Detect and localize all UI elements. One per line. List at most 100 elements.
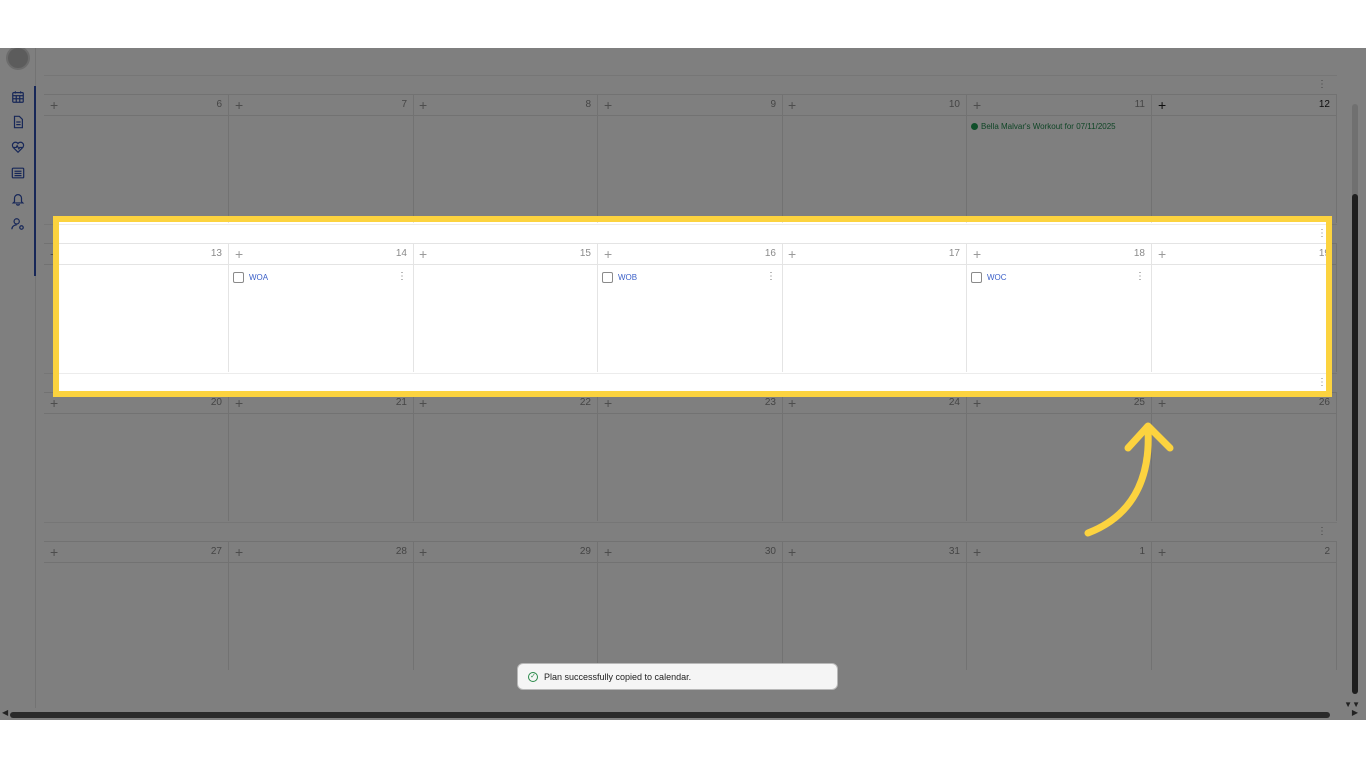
workout-item[interactable]: WOA ⋮: [233, 270, 407, 284]
workout-item[interactable]: WOB ⋮: [602, 270, 776, 284]
calendar-day-cell[interactable]: +20: [53, 393, 229, 397]
calendar-day-cell[interactable]: +6: [59, 222, 229, 223]
week-options-icon[interactable]: ⋮: [1317, 527, 1327, 537]
calendar-day-cell[interactable]: +22: [413, 393, 598, 397]
add-workout-icon[interactable]: +: [419, 395, 427, 397]
scroll-left-arrow-icon[interactable]: ◀: [2, 708, 8, 717]
week-options-icon[interactable]: ⋮: [1317, 80, 1327, 90]
add-workout-icon[interactable]: +: [235, 97, 243, 113]
workout-checkbox[interactable]: [602, 271, 613, 283]
add-workout-icon[interactable]: +: [419, 246, 427, 262]
calendar-day-cell[interactable]: +7: [229, 222, 414, 223]
workout-checkbox[interactable]: [971, 271, 982, 283]
add-workout-icon[interactable]: +: [788, 97, 796, 113]
calendar-day-cell[interactable]: +26: [1152, 393, 1332, 397]
calendar-day-cell[interactable]: +24: [782, 393, 967, 397]
calendar-day-cell[interactable]: +24: [782, 393, 967, 521]
calendar-day-cell[interactable]: +21: [229, 393, 414, 521]
workout-options-icon[interactable]: ⋮: [766, 272, 776, 282]
workout-item[interactable]: WOC ⋮: [971, 270, 1145, 284]
add-workout-icon[interactable]: +: [419, 97, 427, 113]
add-workout-icon[interactable]: +: [53, 395, 58, 397]
list-icon[interactable]: [10, 165, 26, 181]
calendar-day-cell[interactable]: +28: [229, 542, 414, 670]
vertical-scrollbar-thumb[interactable]: [1352, 194, 1358, 694]
heart-icon[interactable]: [10, 139, 26, 155]
avatar[interactable]: [6, 48, 30, 70]
add-workout-icon[interactable]: +: [1158, 246, 1166, 262]
calendar-day-cell[interactable]: +16 WOB ⋮: [598, 244, 783, 372]
add-workout-icon[interactable]: +: [50, 395, 58, 411]
calendar-icon[interactable]: [10, 89, 26, 105]
calendar-day-cell[interactable]: +13: [53, 244, 229, 372]
add-workout-icon[interactable]: +: [973, 395, 981, 397]
add-workout-icon[interactable]: +: [973, 544, 981, 560]
calendar-day-cell[interactable]: +19: [1152, 244, 1326, 372]
add-workout-icon[interactable]: +: [604, 544, 612, 560]
calendar-day-cell[interactable]: +17: [782, 244, 967, 372]
workout-name[interactable]: WOB: [618, 273, 637, 282]
calendar-day-cell[interactable]: +10: [782, 95, 967, 223]
add-workout-icon[interactable]: +: [1158, 395, 1166, 397]
workout-name[interactable]: WOA: [249, 273, 268, 282]
add-workout-icon[interactable]: +: [604, 395, 612, 397]
calendar-day-cell[interactable]: +1: [967, 542, 1152, 670]
add-workout-icon[interactable]: +: [788, 395, 796, 411]
add-workout-icon[interactable]: +: [604, 395, 612, 411]
calendar-day-cell[interactable]: +9: [598, 222, 783, 223]
calendar-day-cell[interactable]: +12: [1152, 95, 1337, 223]
calendar-day-cell[interactable]: +22: [413, 393, 598, 521]
add-workout-icon[interactable]: +: [788, 544, 796, 560]
user-settings-icon[interactable]: [10, 216, 26, 232]
calendar-day-cell[interactable]: +6: [44, 95, 229, 223]
horizontal-scrollbar[interactable]: [10, 712, 1330, 718]
calendar-day-cell[interactable]: +7: [229, 95, 414, 223]
week-options-icon[interactable]: ⋮: [1317, 378, 1326, 388]
calendar-day-cell[interactable]: +15: [413, 244, 598, 372]
add-workout-icon[interactable]: +: [50, 97, 58, 113]
calendar-day-cell[interactable]: +29: [413, 542, 598, 670]
workout-options-icon[interactable]: ⋮: [1135, 272, 1145, 282]
workout-options-icon[interactable]: ⋮: [397, 272, 407, 282]
calendar-day-cell[interactable]: +12: [1152, 222, 1326, 223]
add-workout-icon[interactable]: +: [53, 246, 58, 262]
calendar-day-cell[interactable]: +18 WOC ⋮: [967, 244, 1152, 372]
add-workout-icon[interactable]: +: [235, 395, 243, 411]
calendar-day-cell[interactable]: +2: [1152, 542, 1337, 670]
add-workout-icon[interactable]: +: [419, 544, 427, 560]
calendar-day-cell[interactable]: +23: [598, 393, 783, 397]
calendar-day-cell[interactable]: +11Bella Malvar's Workout for 07/11/2025: [967, 95, 1152, 223]
add-workout-icon[interactable]: +: [235, 395, 243, 397]
add-workout-icon[interactable]: +: [973, 246, 981, 262]
add-workout-icon[interactable]: +: [973, 395, 981, 411]
add-workout-icon[interactable]: +: [235, 246, 243, 262]
add-workout-icon[interactable]: +: [235, 544, 243, 560]
calendar-day-cell[interactable]: +8: [413, 95, 598, 223]
workout-checkbox[interactable]: [233, 271, 244, 283]
calendar-day-cell[interactable]: +25: [967, 393, 1152, 397]
calendar-day-cell[interactable]: +27: [44, 542, 229, 670]
add-workout-icon[interactable]: +: [973, 97, 981, 113]
add-workout-icon[interactable]: +: [419, 395, 427, 411]
add-workout-icon[interactable]: +: [604, 246, 612, 262]
calendar-day-cell[interactable]: +23: [598, 393, 783, 521]
calendar-day-cell[interactable]: +9: [598, 95, 783, 223]
calendar-day-cell[interactable]: +11Bella Malvar's Workout for 07/11/2025: [967, 222, 1152, 223]
workout-name[interactable]: WOC: [987, 273, 1007, 282]
calendar-day-cell[interactable]: +31: [782, 542, 967, 670]
calendar-day-cell[interactable]: +20: [44, 393, 229, 521]
add-workout-icon[interactable]: +: [788, 246, 796, 262]
add-workout-icon[interactable]: +: [50, 544, 58, 560]
add-workout-icon[interactable]: +: [604, 97, 612, 113]
calendar-day-cell[interactable]: +14 WOA ⋮: [229, 244, 414, 372]
document-icon[interactable]: [10, 114, 26, 130]
scroll-right-arrow-icon[interactable]: ▶: [1352, 708, 1358, 717]
calendar-day-cell[interactable]: +21: [229, 393, 414, 397]
calendar-event[interactable]: Bella Malvar's Workout for 07/11/2025: [971, 122, 1116, 131]
week-options-icon[interactable]: ⋮: [1317, 229, 1326, 239]
add-workout-icon[interactable]: +: [1158, 97, 1166, 113]
bell-icon[interactable]: [10, 191, 26, 207]
vertical-scrollbar[interactable]: [1352, 104, 1358, 694]
calendar-day-cell[interactable]: +30: [598, 542, 783, 670]
calendar-day-cell[interactable]: +10: [782, 222, 967, 223]
